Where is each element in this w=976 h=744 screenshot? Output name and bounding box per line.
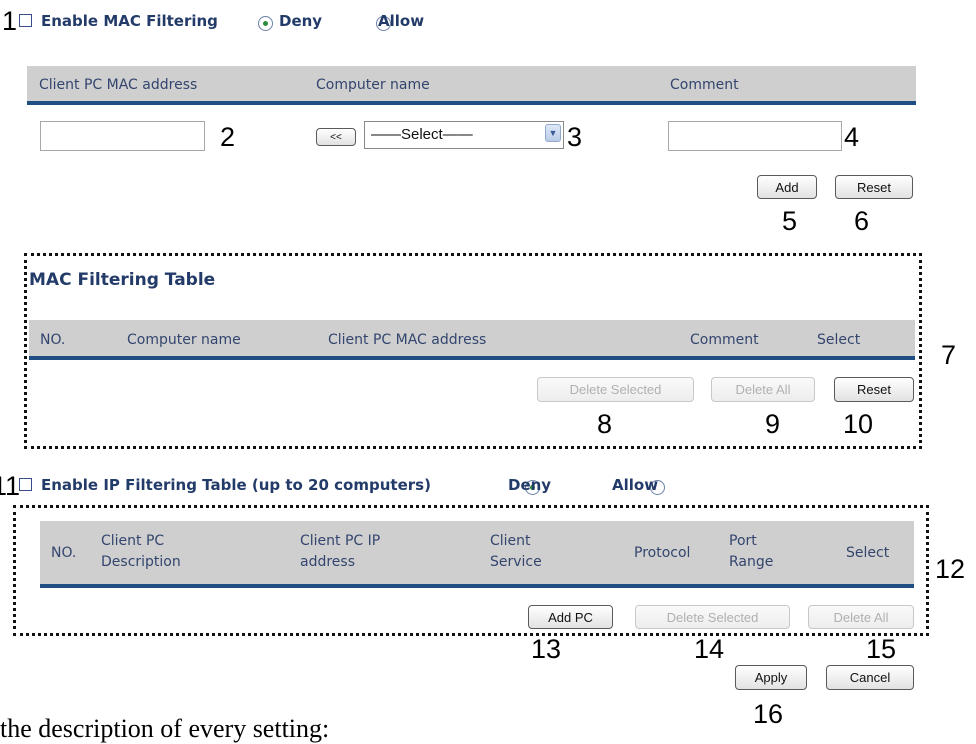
comment-input[interactable] [668, 121, 842, 151]
ip-table-col-protocol: Protocol [634, 545, 691, 561]
callout-9: 9 [765, 409, 781, 439]
mac-table-col-computer-name: Computer name [127, 332, 241, 348]
ip-table-col-service-1: Client [490, 533, 531, 549]
callout-14: 14 [694, 634, 725, 664]
mac-reset-button[interactable]: Reset [834, 377, 914, 402]
ip-table-col-description-2: Description [101, 554, 181, 570]
ip-table-col-ip-2: address [300, 554, 356, 570]
apply-button[interactable]: Apply [735, 665, 807, 690]
mac-table-col-select: Select [817, 332, 861, 348]
callout-3: 3 [567, 122, 583, 152]
ip-table-col-ip-1: Client PC IP [300, 533, 381, 549]
mac-delete-all-button[interactable]: Delete All [711, 377, 815, 402]
callout-11: 11 [0, 471, 21, 501]
callout-13: 13 [531, 634, 562, 664]
callout-15: 15 [866, 634, 897, 664]
ip-delete-all-button[interactable]: Delete All [808, 605, 914, 629]
mac-filtering-table-title: MAC Filtering Table [29, 270, 216, 290]
ip-delete-selected-button[interactable]: Delete Selected [635, 605, 790, 629]
chevron-down-icon[interactable]: ▼ [545, 124, 561, 142]
callout-16: 16 [753, 699, 784, 729]
comment-header: Comment [670, 77, 739, 93]
mac-deny-label: Deny [279, 12, 323, 30]
ip-table-col-description-1: Client PC [101, 533, 165, 549]
callout-6: 6 [854, 206, 870, 236]
mac-table-col-comment: Comment [690, 332, 759, 348]
caption-text: the description of every setting: [0, 714, 330, 743]
add-button[interactable]: Add [757, 175, 817, 199]
ip-table-col-port-2: Range [729, 554, 774, 570]
computer-name-select-value: ——Select—— [371, 126, 473, 143]
copy-computer-name-button[interactable]: << [316, 128, 356, 146]
ip-table-col-no: NO. [51, 545, 77, 561]
callout-2: 2 [220, 122, 236, 152]
ip-allow-label: Allow [612, 476, 659, 494]
enable-mac-filtering-label: Enable MAC Filtering [41, 12, 218, 30]
mac-address-input[interactable] [40, 121, 205, 151]
cancel-button[interactable]: Cancel [826, 665, 914, 690]
ip-table-col-select: Select [846, 545, 890, 561]
mac-allow-label: Allow [378, 12, 425, 30]
mac-deny-radio[interactable] [258, 16, 273, 31]
reset-client-button[interactable]: Reset [835, 175, 913, 199]
ip-table-col-port-1: Port [729, 533, 757, 549]
callout-8: 8 [597, 409, 613, 439]
ip-deny-label: Deny [508, 476, 552, 494]
callout-5: 5 [782, 206, 798, 236]
callout-10: 10 [843, 409, 874, 439]
mac-table-col-no: NO. [40, 332, 66, 348]
enable-ip-filtering-checkbox[interactable] [19, 478, 32, 491]
callout-4: 4 [844, 122, 860, 152]
callout-1: 1 [2, 6, 18, 36]
enable-mac-filtering-checkbox[interactable] [19, 14, 32, 27]
computer-name-header: Computer name [316, 77, 430, 93]
ip-table-col-service-2: Service [490, 554, 542, 570]
computer-name-select[interactable]: ——Select—— ▼ [364, 121, 564, 149]
callout-7: 7 [941, 340, 957, 370]
client-mac-header: Client PC MAC address [39, 77, 198, 93]
add-pc-button[interactable]: Add PC [528, 605, 613, 629]
mac-table-col-mac-address: Client PC MAC address [328, 332, 487, 348]
enable-ip-filtering-label: Enable IP Filtering Table (up to 20 comp… [41, 476, 431, 494]
mac-delete-selected-button[interactable]: Delete Selected [537, 377, 694, 402]
callout-12: 12 [935, 554, 966, 584]
